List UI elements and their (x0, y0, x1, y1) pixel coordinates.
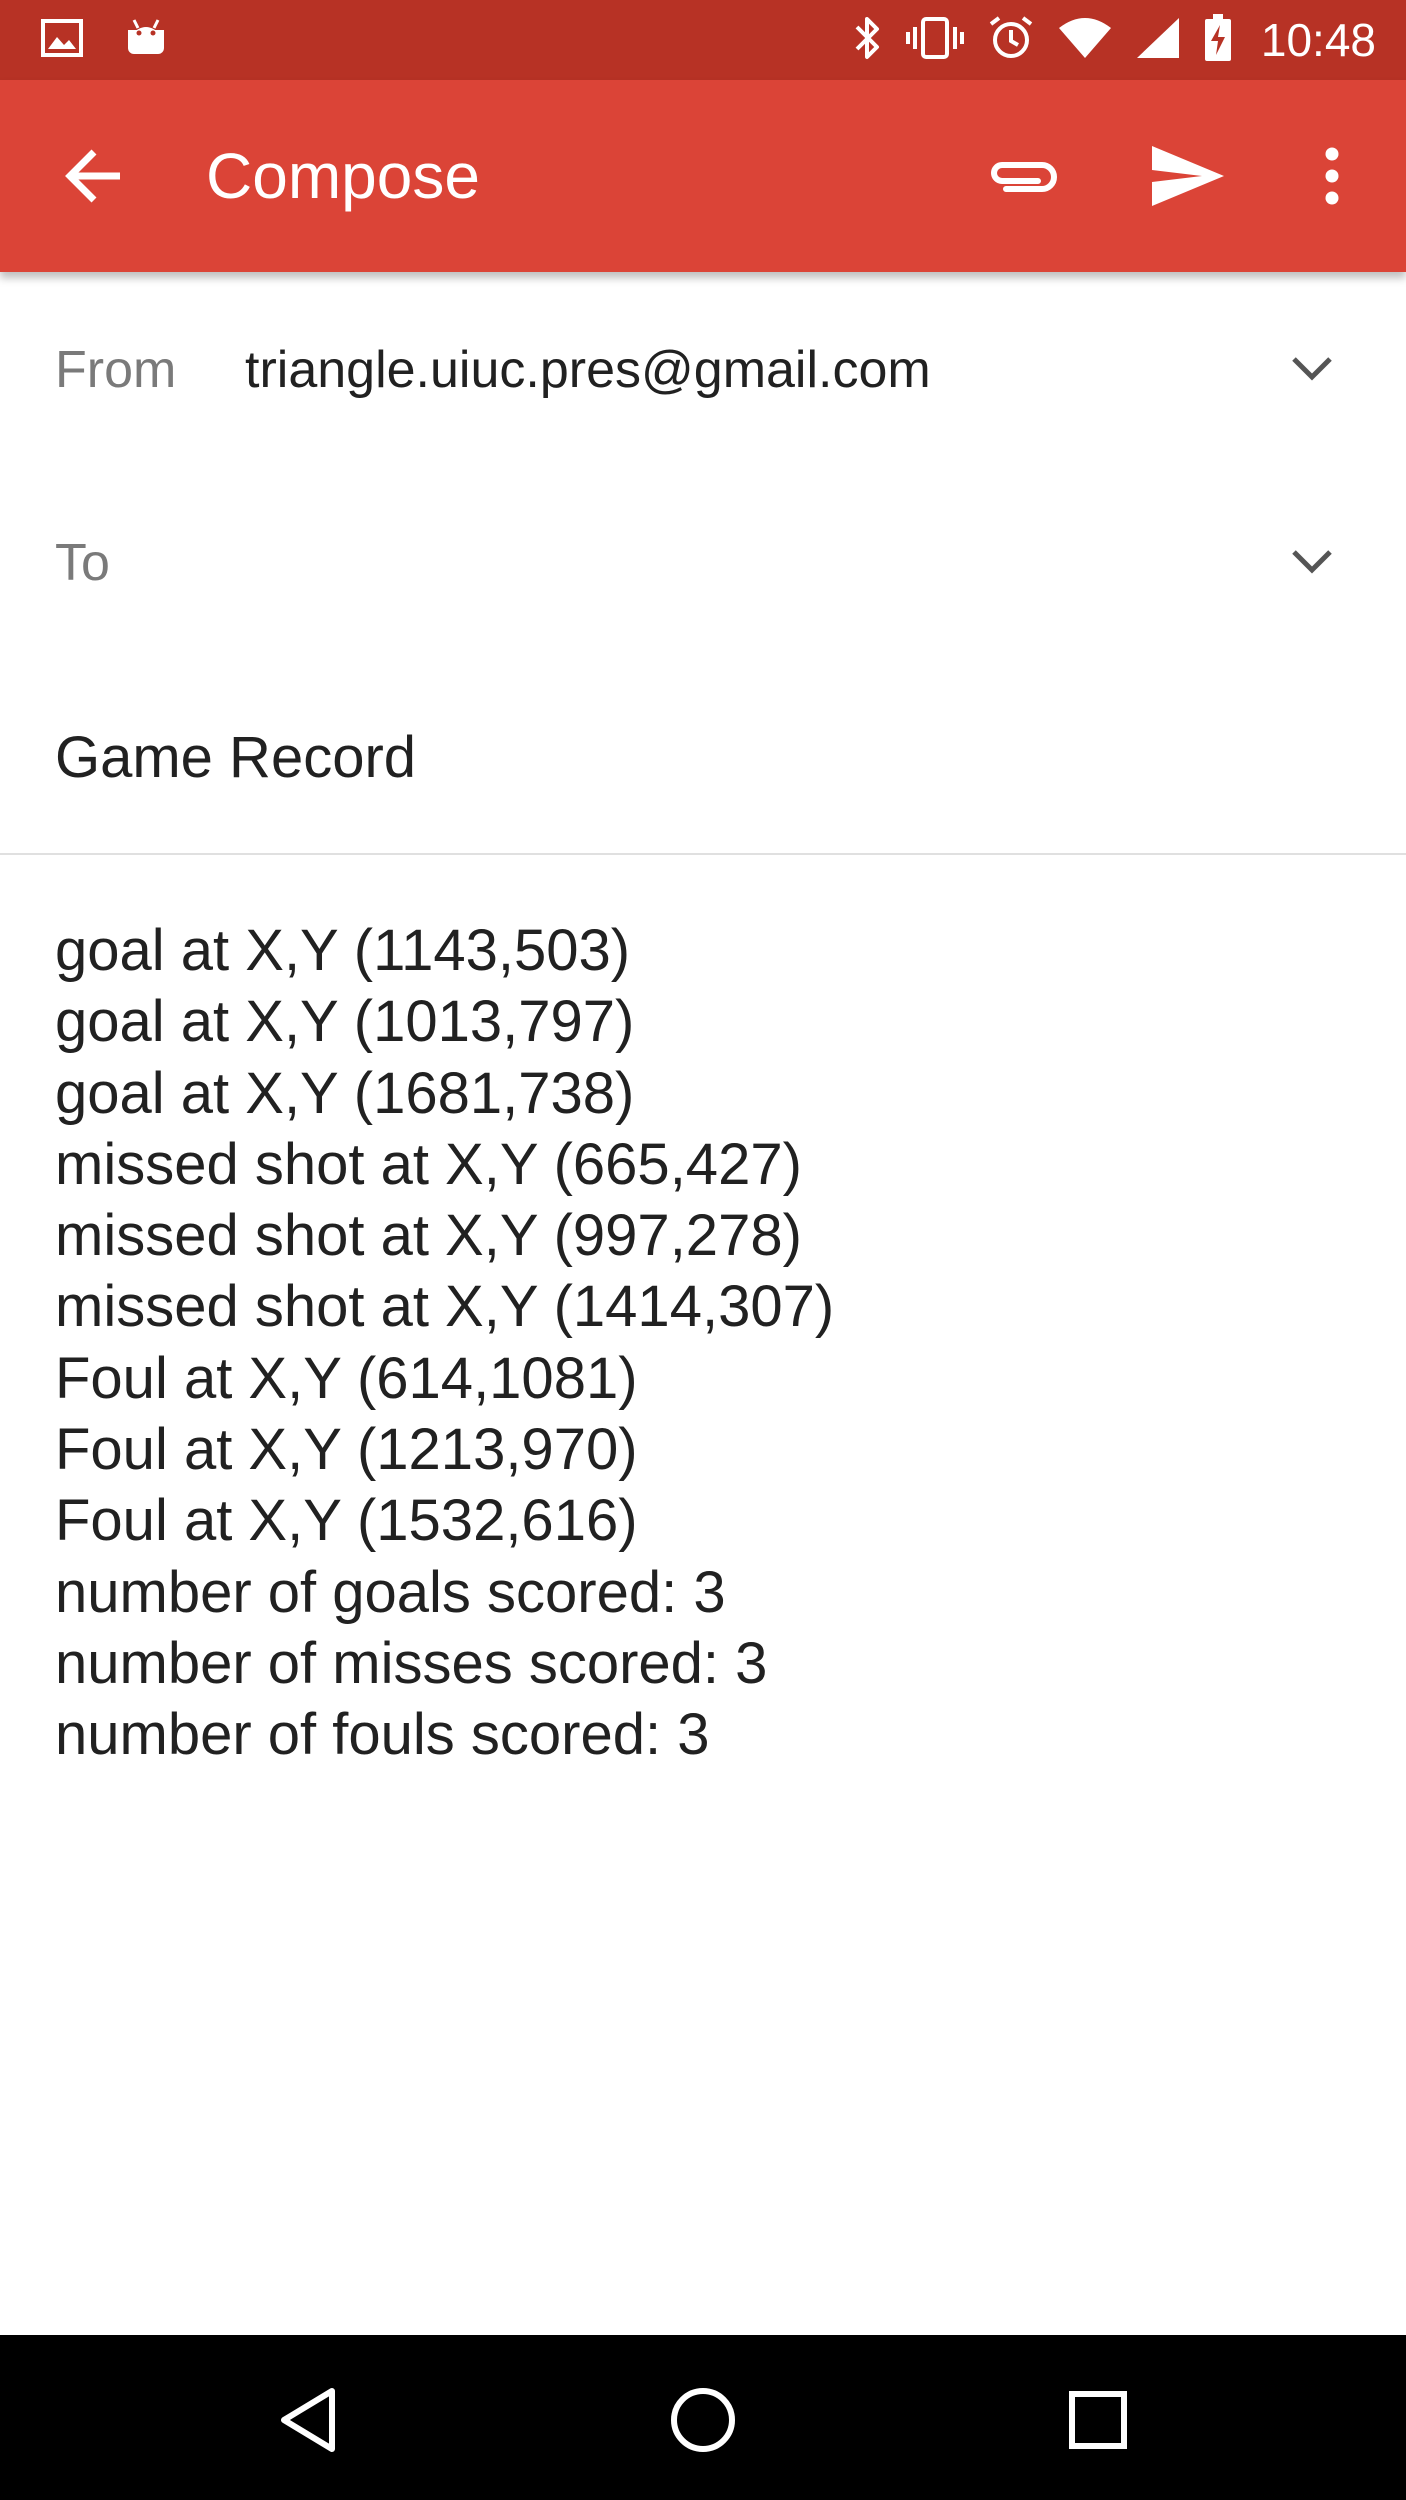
back-arrow-icon[interactable] (56, 138, 132, 214)
android-notification-icon (124, 16, 168, 65)
to-chevron-down-icon[interactable] (1280, 529, 1344, 593)
body-line: Foul at X,Y (1213,970) (55, 1417, 638, 1483)
status-bar: 10:48 (0, 0, 1406, 80)
status-right-icons: 10:48 (853, 0, 1376, 80)
from-account[interactable]: triangle.uiuc.pres@gmail.com (245, 340, 931, 400)
to-row[interactable]: To (0, 465, 1406, 660)
body-line: number of goals scored: 3 (55, 1559, 726, 1625)
back-nav-icon[interactable] (263, 2375, 353, 2465)
navigation-bar (0, 2335, 1406, 2500)
from-row[interactable]: From triangle.uiuc.pres@gmail.com (0, 272, 1406, 467)
message-body[interactable]: goal at X,Y (1143,503) goal at X,Y (1013… (0, 855, 1406, 2335)
subject-field[interactable]: Game Record (55, 724, 416, 791)
body-line: missed shot at X,Y (665,427) (55, 1131, 802, 1197)
from-chevron-down-icon[interactable] (1280, 336, 1344, 400)
status-left-icons (40, 0, 168, 80)
recents-nav-icon[interactable] (1053, 2375, 1143, 2465)
more-vert-icon[interactable] (1286, 130, 1378, 222)
to-field[interactable] (150, 465, 1254, 657)
cell-signal-icon (1135, 16, 1181, 65)
attach-icon[interactable] (976, 130, 1068, 222)
body-line: number of fouls scored: 3 (55, 1702, 710, 1768)
vibrate-icon (905, 15, 965, 66)
page-title: Compose (206, 140, 480, 212)
home-nav-icon[interactable] (658, 2375, 748, 2465)
body-line: Foul at X,Y (1532,616) (55, 1488, 638, 1554)
send-icon[interactable] (1142, 130, 1234, 222)
subject-row[interactable]: Game Record (0, 658, 1406, 855)
wifi-icon (1057, 16, 1113, 65)
bluetooth-icon (853, 15, 883, 66)
to-label: To (55, 534, 110, 592)
from-label: From (55, 341, 177, 399)
battery-charging-icon (1203, 13, 1233, 68)
body-line: goal at X,Y (1681,738) (55, 1060, 635, 1126)
body-line: missed shot at X,Y (1414,307) (55, 1274, 835, 1340)
app-bar: Compose (0, 80, 1406, 272)
body-lines: goal at X,Y (1143,503) goal at X,Y (1013… (55, 915, 834, 1771)
body-line: Foul at X,Y (614,1081) (55, 1345, 638, 1411)
status-time: 10:48 (1260, 14, 1376, 66)
body-line: number of misses scored: 3 (55, 1630, 768, 1696)
alarm-icon (987, 14, 1035, 67)
body-line: missed shot at X,Y (997,278) (55, 1203, 802, 1269)
image-notification-icon (40, 18, 84, 63)
body-line: goal at X,Y (1143,503) (55, 918, 631, 983)
body-line: goal at X,Y (1013,797) (55, 989, 635, 1055)
